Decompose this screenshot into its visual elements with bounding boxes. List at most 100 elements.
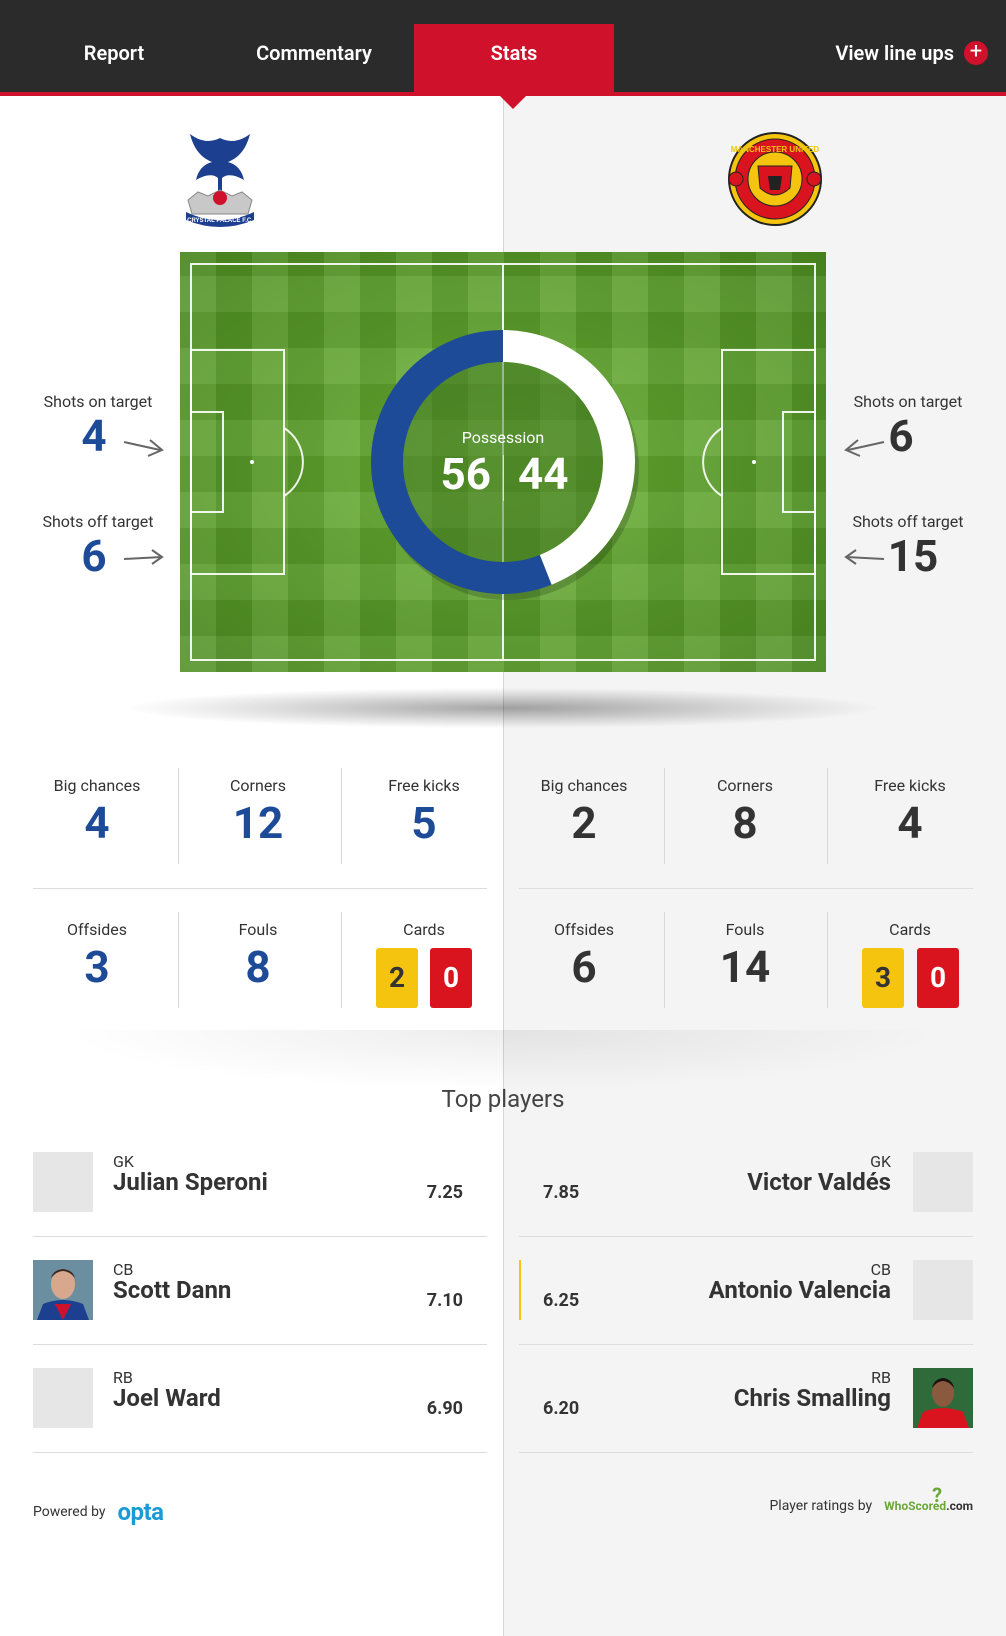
possession-divider (503, 455, 504, 501)
view-lineups-label: View line ups (835, 41, 954, 65)
player-photo (913, 1368, 973, 1428)
row-divider (519, 1452, 973, 1453)
stat-value: 3 (84, 941, 110, 993)
player-rating: 6.90 (426, 1398, 463, 1419)
arrow-right-down-icon (123, 439, 164, 457)
stat-value: 8 (732, 797, 758, 849)
away-offsides: Offsides 6 (509, 920, 659, 993)
row-divider (33, 1452, 487, 1453)
player-rating: 6.20 (543, 1398, 580, 1419)
home-offsides: Offsides 3 (22, 920, 172, 993)
home-crest-text: CRYSTAL PALACE F.C. (187, 218, 253, 224)
stat-label: Corners (717, 776, 773, 795)
selection-marker (519, 1260, 521, 1320)
crystal-palace-crest-icon: CRYSTAL PALACE F.C. (178, 130, 262, 230)
active-tab-pointer (500, 96, 526, 109)
arrow-left-icon (844, 549, 885, 565)
possession-label: Possession (461, 428, 545, 447)
view-lineups-button[interactable]: View line ups + (835, 24, 988, 82)
home-fouls: Fouls 8 (183, 920, 333, 993)
tab-stats[interactable]: Stats (414, 24, 614, 92)
player-rating: 7.10 (426, 1290, 463, 1311)
away-free-kicks: Free kicks 4 (835, 776, 985, 849)
home-corners: Corners 12 (183, 776, 333, 849)
stat-label: Cards (403, 920, 445, 939)
home-player-3[interactable]: RB Joel Ward 6.90 (33, 1368, 487, 1476)
whoscored-logo-suffix: .com (946, 1499, 973, 1513)
tab-commentary[interactable]: Commentary (214, 24, 414, 92)
away-shots-off-target-label: Shots off target (852, 512, 964, 531)
away-yellow-card-count: 3 (862, 948, 904, 1008)
player-name: Victor Valdés (747, 1168, 891, 1196)
manchester-united-crest-icon: MANCHESTER UNITED (728, 130, 822, 228)
stat-value: 4 (897, 797, 923, 849)
stat-label: Offsides (553, 920, 615, 939)
possession-donut (371, 330, 639, 600)
divider (664, 912, 665, 1008)
stat-value: 2 (571, 797, 597, 849)
section-shadow (60, 1030, 946, 1090)
away-player-3[interactable]: 6.20 RB Chris Smalling (519, 1368, 973, 1476)
pitch-shadow (130, 688, 876, 728)
home-yellow-card-count: 2 (376, 948, 418, 1008)
stat-label: Offsides (66, 920, 128, 939)
top-players-title: Top players (441, 1085, 565, 1113)
question-mark-icon: ? (932, 1483, 943, 1507)
home-shots-on-target-label: Shots on target (43, 392, 153, 411)
row-divider (33, 1344, 487, 1345)
player-photo-placeholder (33, 1368, 93, 1428)
divider (664, 768, 665, 864)
divider (178, 768, 179, 864)
home-player-1[interactable]: GK Julian Speroni 7.25 (33, 1152, 487, 1260)
row-divider (33, 1236, 487, 1237)
away-crest-text: MANCHESTER UNITED (731, 145, 820, 154)
player-photo (33, 1260, 93, 1320)
home-possession: 56 (440, 448, 492, 500)
home-shots-off-target: Shots off target 6 (28, 512, 168, 581)
tab-report[interactable]: Report (14, 24, 214, 92)
row-divider (519, 1344, 973, 1345)
powered-by: Powered by opta (33, 1498, 164, 1526)
divider (341, 768, 342, 864)
arrow-left-down-icon (844, 439, 885, 457)
player-photo-placeholder (913, 1260, 973, 1320)
home-big-chances: Big chances 4 (22, 776, 172, 849)
stat-label: Cards (889, 920, 931, 939)
arrow-right-icon (123, 549, 164, 565)
divider (341, 912, 342, 1008)
stat-label: Fouls (238, 920, 278, 939)
ratings-by-label: Player ratings by (769, 1498, 873, 1514)
away-player-2[interactable]: 6.25 CB Antonio Valencia (519, 1260, 973, 1368)
away-shots-off-target: Shots off target 15 (838, 512, 978, 581)
player-name: Chris Smalling (733, 1384, 891, 1412)
away-shots-on-target-label: Shots on target (853, 392, 963, 411)
stat-label: Big chances (53, 776, 141, 795)
player-name: Julian Speroni (113, 1168, 268, 1196)
player-name: Joel Ward (113, 1384, 221, 1412)
away-corners: Corners 8 (670, 776, 820, 849)
opta-logo[interactable]: opta (118, 1498, 165, 1526)
row-divider (33, 888, 487, 889)
stat-label: Fouls (725, 920, 765, 939)
home-free-kicks: Free kicks 5 (349, 776, 499, 849)
away-possession: 44 (518, 448, 569, 500)
home-player-2[interactable]: CB Scott Dann 7.10 (33, 1260, 487, 1368)
away-big-chances: Big chances 2 (509, 776, 659, 849)
home-shots-off-target-label: Shots off target (42, 512, 154, 531)
away-player-1[interactable]: 7.85 GK Victor Valdés (519, 1152, 973, 1260)
divider (827, 912, 828, 1008)
divider (827, 768, 828, 864)
player-photo-placeholder (913, 1152, 973, 1212)
home-red-card-count: 0 (430, 948, 472, 1008)
powered-by-label: Powered by (33, 1504, 106, 1520)
stat-value: 6 (571, 941, 597, 993)
stat-label: Free kicks (388, 776, 460, 795)
row-divider (519, 888, 973, 889)
whoscored-logo[interactable]: WhoScored.com ? (884, 1483, 973, 1513)
stat-label: Free kicks (874, 776, 946, 795)
player-photo-placeholder (33, 1152, 93, 1212)
stat-value: 5 (411, 797, 437, 849)
away-fouls: Fouls 14 (670, 920, 820, 993)
plus-icon: + (964, 41, 988, 65)
player-rating: 7.25 (426, 1182, 463, 1203)
